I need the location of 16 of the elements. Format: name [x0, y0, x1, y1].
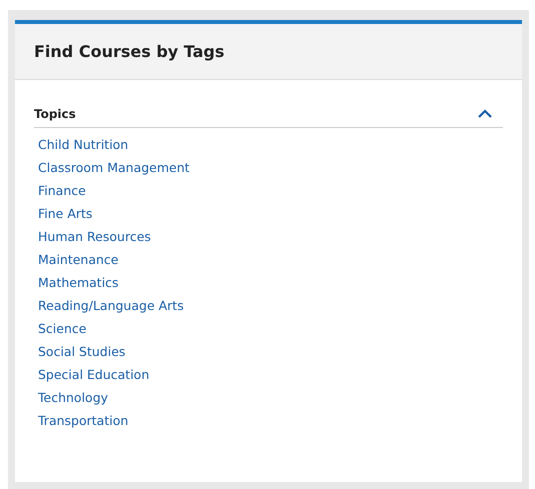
topic-link[interactable]: Reading/Language Arts [38, 297, 184, 314]
topic-link[interactable]: Transportation [38, 412, 128, 429]
topic-link[interactable]: Special Education [38, 366, 150, 383]
topic-link[interactable]: Social Studies [38, 343, 126, 360]
topic-link[interactable]: Science [38, 320, 86, 337]
topic-link[interactable]: Human Resources [38, 228, 151, 245]
topic-link[interactable]: Mathematics [38, 274, 119, 291]
topic-link[interactable]: Child Nutrition [38, 136, 128, 153]
chevron-up-icon [477, 109, 493, 119]
section-title: Topics [34, 107, 76, 121]
topic-link[interactable]: Maintenance [38, 251, 118, 268]
topic-link[interactable]: Classroom Management [38, 159, 190, 176]
topic-link[interactable]: Technology [38, 389, 108, 406]
panel-title: Find Courses by Tags [34, 42, 224, 61]
topic-link[interactable]: Finance [38, 182, 86, 199]
topic-link[interactable]: Fine Arts [38, 205, 92, 222]
